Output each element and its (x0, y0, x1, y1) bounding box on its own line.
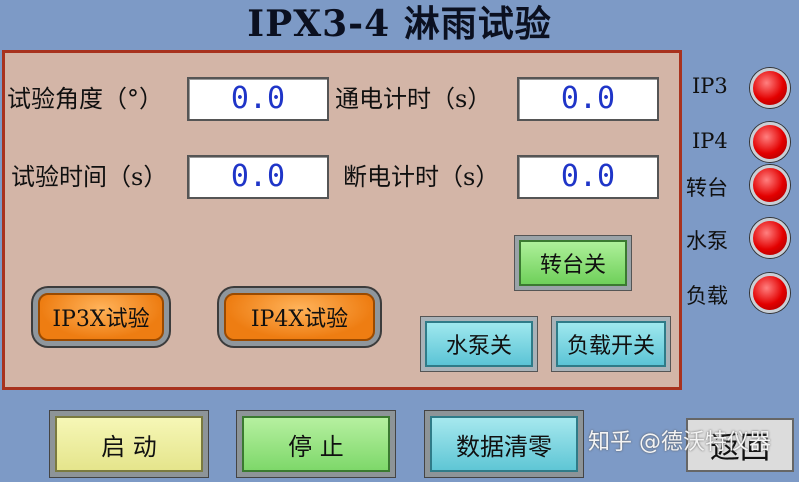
start-button[interactable]: 启 动 (55, 416, 203, 472)
power-on-timer-label: 通电计时（s） (335, 85, 492, 113)
load-indicator-lamp (750, 273, 790, 313)
test-angle-field[interactable]: 0.0 (187, 77, 329, 121)
control-panel: 试验角度（°） 0.0 通电计时（s） 0.0 试验时间（s） 0.0 断电计时… (2, 50, 682, 390)
ip4-indicator-lamp (750, 122, 790, 162)
ip3-indicator-label: IP3 (692, 74, 728, 98)
ip4-indicator-label: IP4 (692, 129, 728, 153)
test-angle-label: 试验角度（°） (7, 85, 163, 113)
watermark-text: 知乎 @德沃特仪器 (588, 430, 771, 455)
power-on-timer-field[interactable]: 0.0 (517, 77, 659, 121)
test-time-label: 试验时间（s） (11, 163, 168, 191)
pump-indicator-label: 水泵 (686, 229, 728, 253)
ip3x-test-button[interactable]: IP3X试验 (38, 293, 164, 341)
load-indicator-label: 负载 (686, 284, 728, 308)
page-title: IPX3-4 淋雨试验 (247, 3, 552, 45)
load-switch-button[interactable]: 负载开关 (556, 321, 666, 367)
clear-data-button[interactable]: 数据清零 (430, 416, 578, 472)
pump-off-button[interactable]: 水泵关 (425, 321, 533, 367)
ip3-indicator-lamp (750, 68, 790, 108)
turntable-off-button[interactable]: 转台关 (519, 240, 627, 286)
stop-button[interactable]: 停 止 (242, 416, 390, 472)
turntable-indicator-lamp (750, 165, 790, 205)
power-off-timer-label: 断电计时（s） (343, 163, 500, 191)
power-off-timer-field[interactable]: 0.0 (517, 155, 659, 199)
test-time-field[interactable]: 0.0 (187, 155, 329, 199)
ip4x-test-button[interactable]: IP4X试验 (224, 293, 375, 341)
turntable-indicator-label: 转台 (686, 176, 728, 200)
pump-indicator-lamp (750, 218, 790, 258)
